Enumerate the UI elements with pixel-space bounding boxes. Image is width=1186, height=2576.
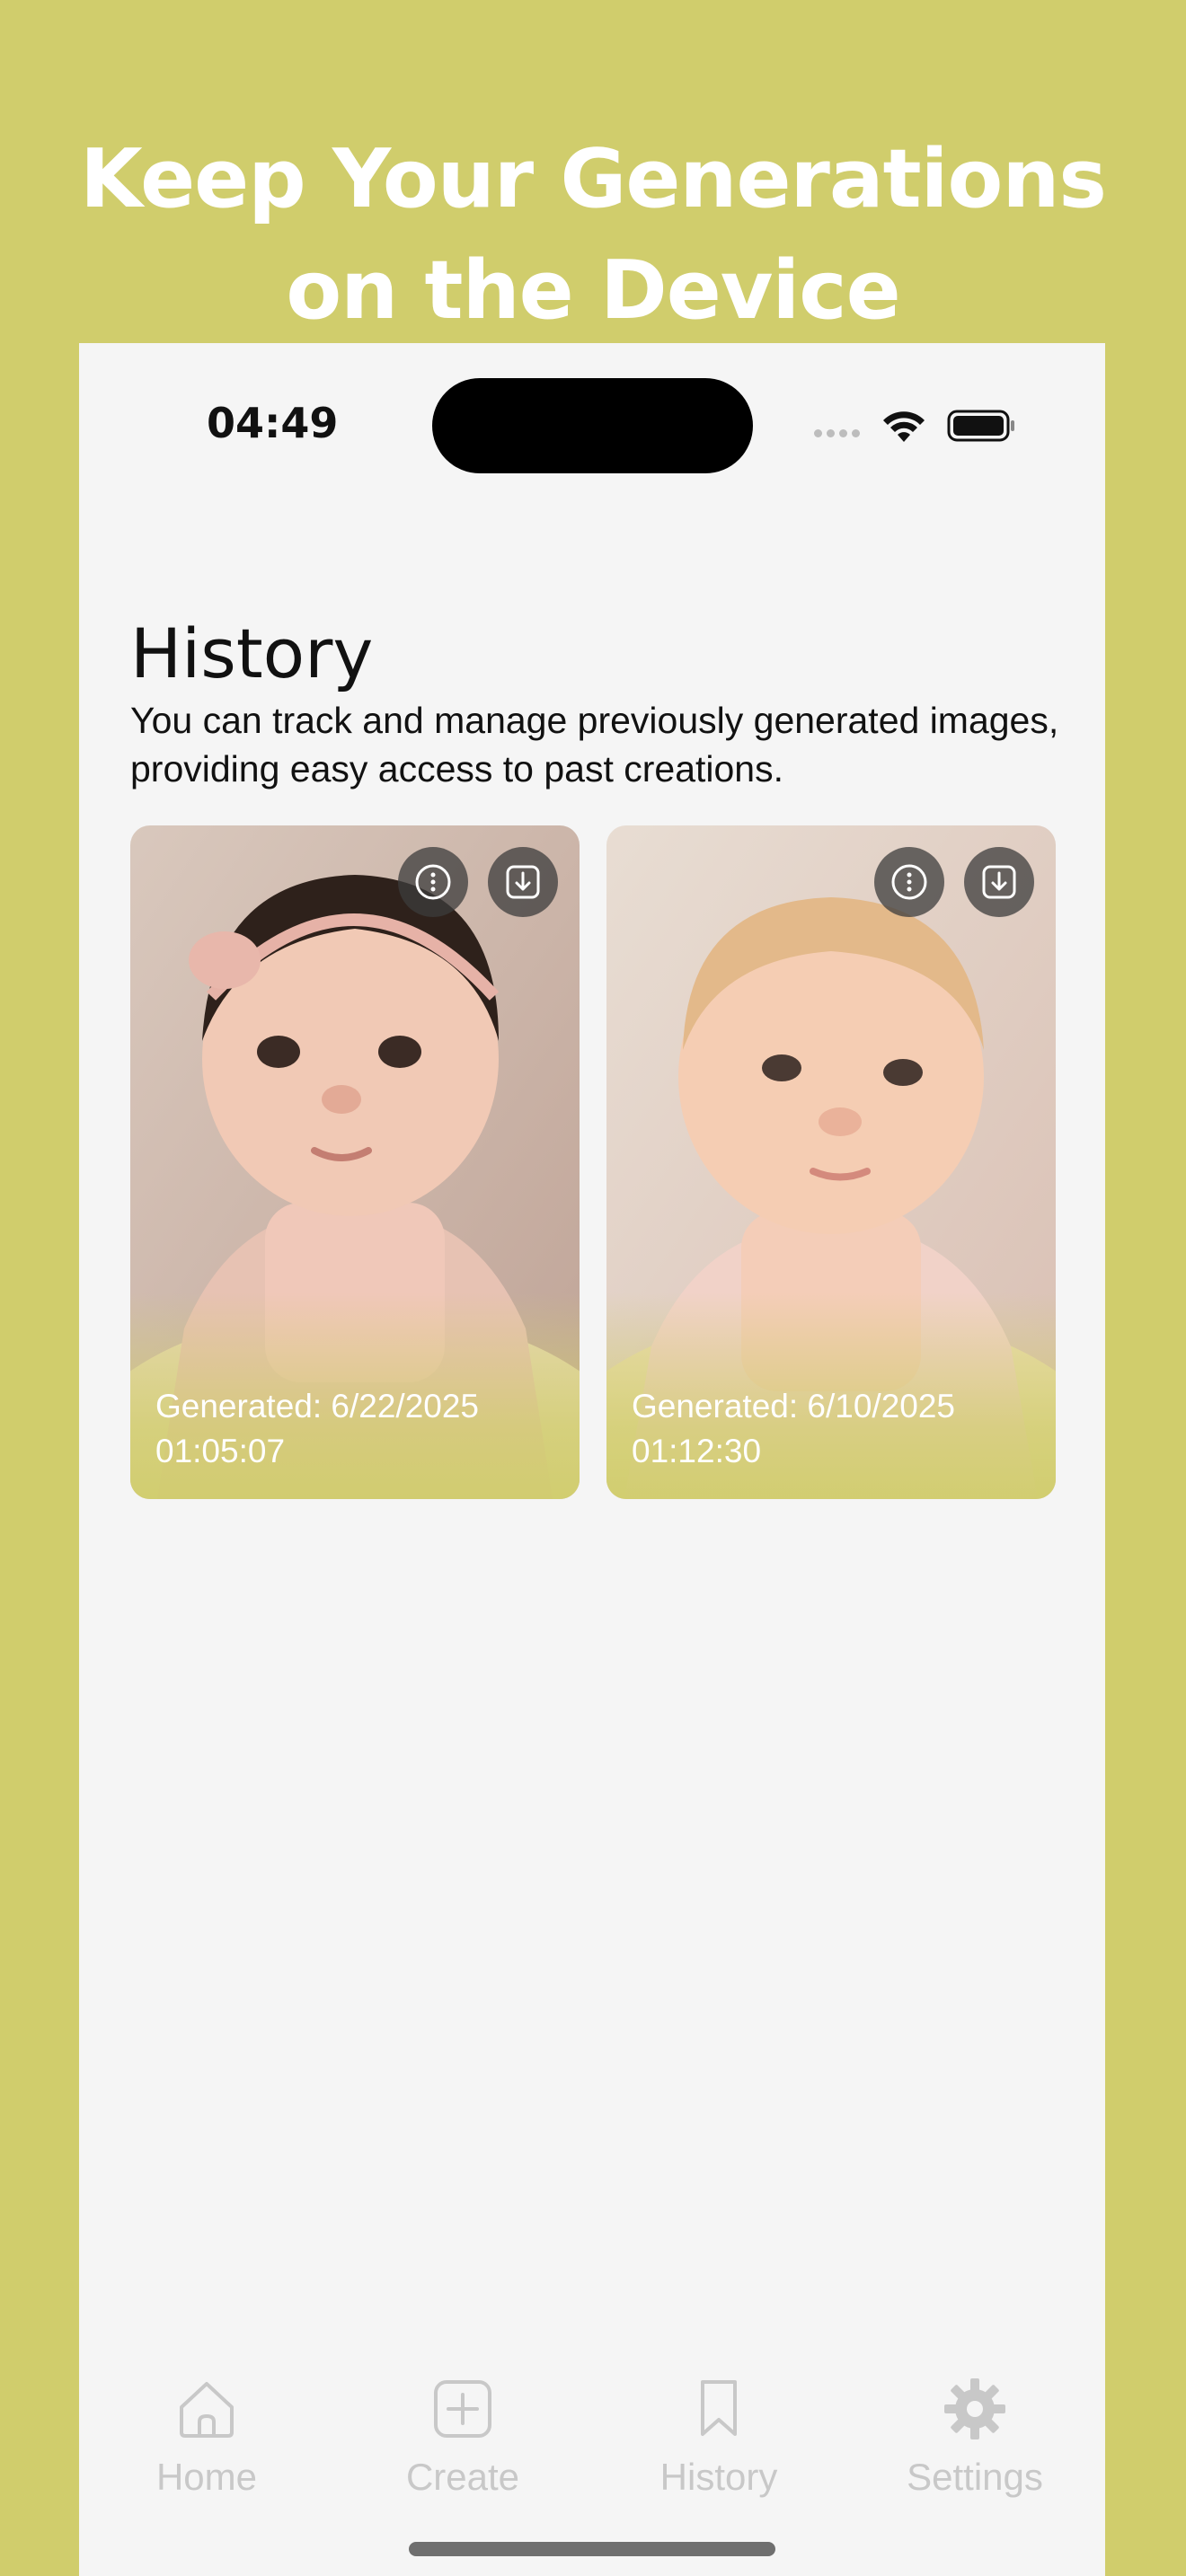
gear-icon: [944, 2378, 1005, 2439]
tab-home-label: Home: [155, 2456, 258, 2498]
generated-caption: Generated: 6/10/2025 01:12:30: [632, 1384, 955, 1474]
status-time: 04:49: [207, 399, 339, 447]
more-vertical-icon: [415, 864, 451, 900]
promo-headline-line1: Keep Your Generations: [79, 132, 1107, 227]
tab-create-label: Create: [405, 2456, 520, 2498]
download-icon: [982, 865, 1016, 899]
tab-settings[interactable]: Settings: [885, 2373, 1065, 2499]
more-vertical-icon: [891, 864, 927, 900]
history-card[interactable]: Generated: 6/22/2025 01:05:07: [130, 825, 580, 1499]
tab-history-label: History: [659, 2456, 778, 2498]
home-icon: [180, 2382, 234, 2438]
battery-icon: [947, 410, 1014, 442]
generated-caption: Generated: 6/22/2025 01:05:07: [155, 1384, 479, 1474]
cellular-signal-icon: [814, 429, 860, 437]
phone-screen: 04:49 History You can track and manage p…: [79, 343, 1105, 2576]
home-indicator[interactable]: [409, 2542, 775, 2556]
tab-create[interactable]: Create: [373, 2373, 553, 2499]
history-grid: Generated: 6/22/2025 01:05:07 Generated:…: [130, 825, 1056, 1499]
generated-time: 01:05:07: [155, 1433, 286, 1469]
more-options-button[interactable]: [874, 847, 944, 917]
tab-history[interactable]: History: [629, 2373, 809, 2499]
more-options-button[interactable]: [398, 847, 468, 917]
generated-date: Generated: 6/22/2025: [155, 1388, 480, 1425]
tab-settings-label: Settings: [907, 2456, 1043, 2498]
promo-headline-line2: on the Device: [286, 243, 900, 339]
page-description: You can track and manage previously gene…: [130, 700, 1059, 790]
download-button[interactable]: [488, 847, 558, 917]
generated-time: 01:12:30: [632, 1433, 762, 1469]
page-title: History: [130, 613, 374, 694]
history-card[interactable]: Generated: 6/10/2025 01:12:30: [606, 825, 1056, 1499]
plus-square-icon: [434, 2380, 491, 2438]
dynamic-island: [432, 378, 753, 473]
tab-bar: Home Create History Settings: [79, 2373, 1105, 2535]
bookmark-icon: [701, 2380, 737, 2436]
tab-home[interactable]: Home: [117, 2373, 296, 2499]
generated-date: Generated: 6/10/2025: [632, 1388, 956, 1425]
download-button[interactable]: [964, 847, 1034, 917]
promo-headline: Keep Your Generations on the Device: [0, 124, 1186, 347]
wifi-icon: [883, 411, 925, 442]
download-icon: [506, 865, 540, 899]
